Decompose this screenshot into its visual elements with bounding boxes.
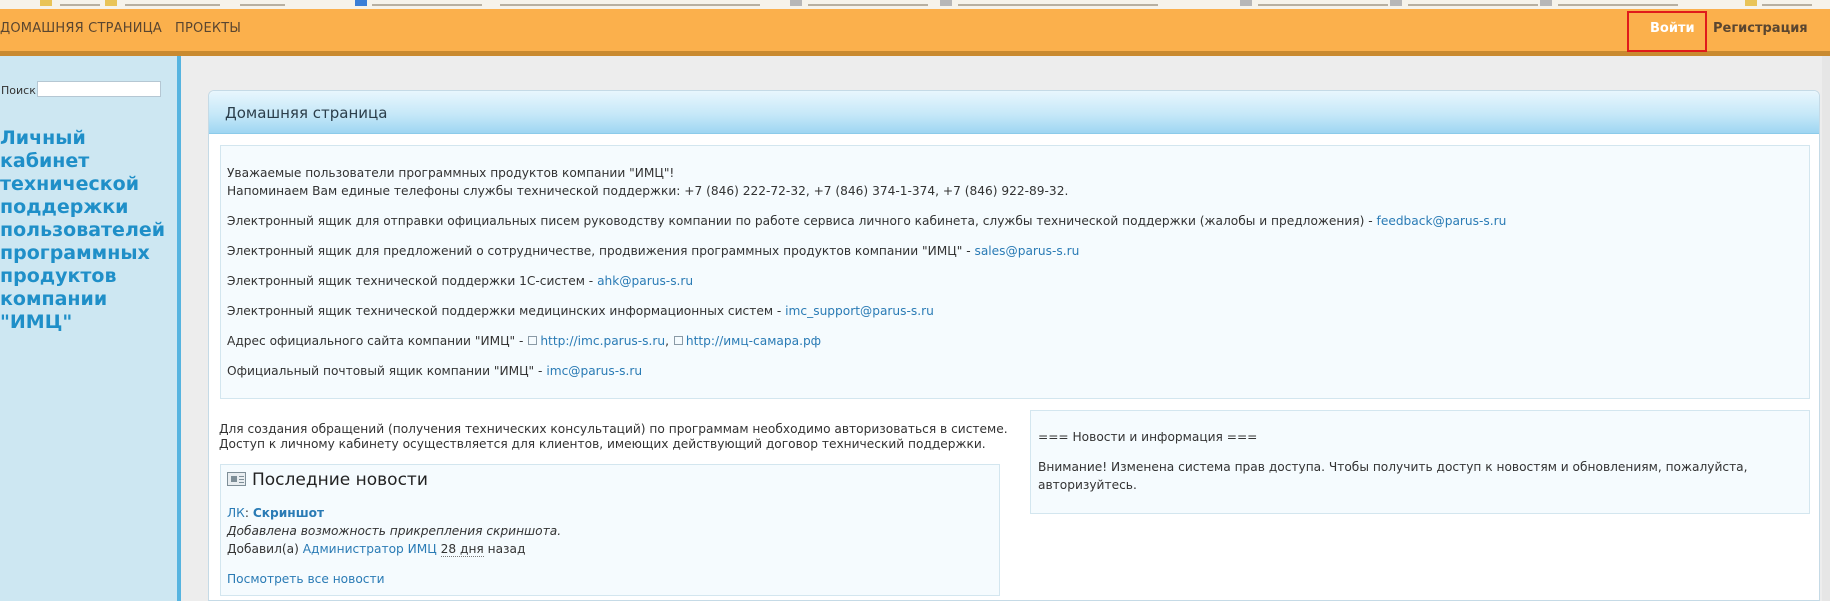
sidebar-title-line: Личный кабинет <box>0 127 90 172</box>
site-link-rf[interactable]: http://имц-самара.рф <box>686 334 821 348</box>
all-news-link[interactable]: Посмотреть все новости <box>227 572 385 586</box>
bookmark-page-icon[interactable] <box>1540 0 1552 6</box>
bookmark-page-icon[interactable] <box>1240 0 1252 6</box>
bookmark-page-icon[interactable] <box>1390 0 1402 6</box>
bookmark-item[interactable] <box>1558 4 1678 6</box>
search-input[interactable] <box>37 81 161 97</box>
news-colon: : <box>244 506 253 520</box>
nav-projects-link[interactable]: ПРОЕКТЫ <box>175 21 241 36</box>
bookmark-item[interactable] <box>958 4 1158 6</box>
mail-text: Официальный почтовый ящик компании "ИМЦ"… <box>227 364 547 378</box>
auth-notice-line: Для создания обращений (получения технич… <box>219 422 1008 436</box>
news-age: 28 дня <box>440 542 484 557</box>
sales-text: Электронный ящик для предложений о сотру… <box>227 244 975 258</box>
sales-row: Электронный ящик для предложений о сотру… <box>227 244 1079 258</box>
page-title: Домашняя страница <box>225 104 388 122</box>
panel-header <box>209 91 1819 134</box>
login-link[interactable]: Войти <box>1650 21 1695 36</box>
access-notice-line: авторизуйтесь. <box>1038 478 1137 492</box>
bookmark-item[interactable] <box>500 4 760 6</box>
ahk-email-link[interactable]: ahk@parus-s.ru <box>597 274 693 288</box>
sales-email-link[interactable]: sales@parus-s.ru <box>974 244 1079 258</box>
site-link-imc[interactable]: http://imc.parus-s.ru <box>540 334 665 348</box>
sidebar-title-line: программных <box>0 242 150 264</box>
bookmark-folder-icon[interactable] <box>1745 0 1757 6</box>
bookmark-folder-icon[interactable] <box>40 0 52 6</box>
mail-row: Официальный почтовый ящик компании "ИМЦ"… <box>227 364 642 378</box>
news-info-heading: === Новости и информация === <box>1038 430 1258 444</box>
site-text: Адрес официального сайта компании "ИМЦ" … <box>227 334 528 348</box>
register-link[interactable]: Регистрация <box>1713 21 1808 36</box>
ahk-row: Электронный ящик технической поддержки 1… <box>227 274 693 288</box>
external-link-icon <box>673 336 683 345</box>
nav-home-link[interactable]: ДОМАШНЯЯ СТРАНИЦА <box>0 21 162 36</box>
news-project-link[interactable]: ЛК <box>227 506 245 520</box>
feedback-row: Электронный ящик для отправки официальны… <box>227 214 1506 228</box>
sidebar-title[interactable]: Личный кабинет технической поддержки пол… <box>0 127 170 334</box>
imc-support-email-link[interactable]: imc_support@parus-s.ru <box>785 304 934 318</box>
bookmark-item[interactable] <box>1408 4 1538 6</box>
news-item-description: Добавлена возможность прикрепления скрин… <box>227 524 562 538</box>
news-author-link[interactable]: Администратор ИМЦ <box>303 542 437 556</box>
sidebar-title-line: продуктов <box>0 265 117 287</box>
bookmark-item[interactable] <box>372 4 482 6</box>
imc-support-text: Электронный ящик технической поддержки м… <box>227 304 786 318</box>
bookmark-item[interactable] <box>60 4 100 6</box>
news-item-meta: Добавил(а) Администратор ИМЦ 28 дня наза… <box>227 542 526 557</box>
auth-notice-line: Доступ к личному кабинету осуществляется… <box>219 437 986 451</box>
news-age-suffix: назад <box>483 542 526 556</box>
news-item-link[interactable]: Скриншот <box>253 506 324 520</box>
sidebar-title-line: пользователей <box>0 219 166 241</box>
bookmark-folder-icon[interactable] <box>105 0 117 6</box>
bookmark-item[interactable] <box>1258 4 1388 6</box>
top-menu-bar <box>0 9 1830 51</box>
official-email-link[interactable]: imc@parus-s.ru <box>546 364 642 378</box>
bookmark-item[interactable] <box>1762 4 1812 6</box>
phones-text: Напоминаем Вам единые телефоны службы те… <box>227 184 1069 198</box>
bookmark-item[interactable] <box>240 4 285 6</box>
access-notice-line: Внимание! Изменена система прав доступа.… <box>1038 460 1748 474</box>
sidebar-title-line: компании "ИМЦ" <box>0 288 108 333</box>
bookmark-item[interactable] <box>125 4 220 6</box>
top-menu-divider <box>0 51 1830 56</box>
imc-support-row: Электронный ящик технической поддержки м… <box>227 304 934 318</box>
search-label: Поиск <box>1 84 36 97</box>
greeting-text: Уважаемые пользователи программных проду… <box>227 166 675 180</box>
bookmark-site-icon[interactable] <box>355 0 367 6</box>
external-link-icon <box>528 336 538 345</box>
news-item-title-row: ЛК: Скриншот <box>227 506 324 520</box>
sidebar-title-line: поддержки <box>0 196 129 218</box>
bookmark-page-icon[interactable] <box>940 0 952 6</box>
latest-news-heading: Последние новости <box>252 470 428 490</box>
bookmark-page-icon[interactable] <box>790 0 802 6</box>
sidebar-title-line: технической <box>0 173 140 195</box>
feedback-text: Электронный ящик для отправки официальны… <box>227 214 1377 228</box>
bookmark-item[interactable] <box>808 4 928 6</box>
news-icon <box>227 472 246 486</box>
site-separator: , <box>665 334 670 348</box>
ahk-text: Электронный ящик технической поддержки 1… <box>227 274 598 288</box>
site-row: Адрес официального сайта компании "ИМЦ" … <box>227 334 821 348</box>
page-scrollbar[interactable] <box>1822 56 1830 601</box>
added-by-label: Добавил(а) <box>227 542 303 556</box>
feedback-email-link[interactable]: feedback@parus-s.ru <box>1377 214 1507 228</box>
